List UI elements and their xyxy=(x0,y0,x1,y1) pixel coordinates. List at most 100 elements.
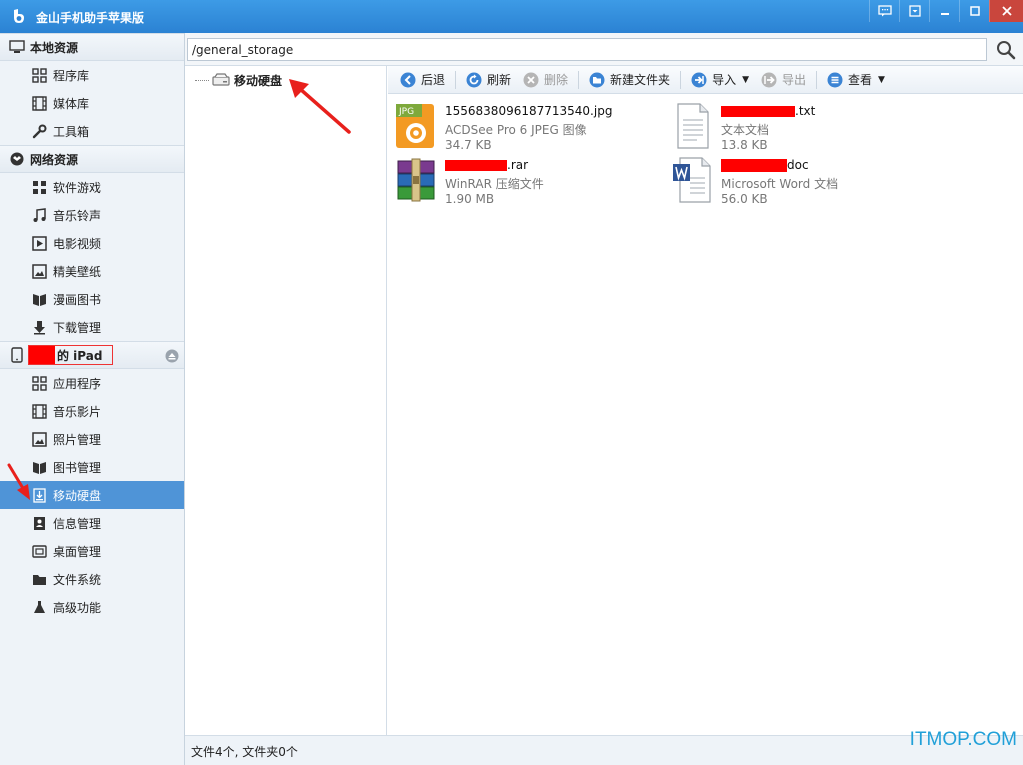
sidebar-item-applications[interactable]: 应用程序 xyxy=(0,369,184,397)
rar-file-icon xyxy=(397,158,435,202)
tablet-icon xyxy=(8,347,26,363)
desktop-icon xyxy=(31,543,47,559)
eject-button[interactable] xyxy=(165,349,179,363)
address-bar xyxy=(185,33,1023,66)
file-item[interactable]: doc Microsoft Word 文档 56.0 KB xyxy=(664,152,924,206)
txt-file-icon xyxy=(677,103,709,149)
sidebar-item-label: 媒体库 xyxy=(53,96,90,111)
file-extension: doc xyxy=(787,158,809,172)
sidebar-item-software-games[interactable]: 软件游戏 xyxy=(0,173,184,201)
sidebar-item-label: 音乐铃声 xyxy=(53,208,102,223)
file-name: doc xyxy=(721,158,809,172)
back-label: 后退 xyxy=(421,73,446,87)
sidebar-item-label: 音乐影片 xyxy=(53,404,102,419)
sidebar-item-music-movies[interactable]: 音乐影片 xyxy=(0,397,184,425)
file-item[interactable]: .rar WinRAR 压缩文件 1.90 MB xyxy=(388,152,648,206)
sidebar-item-music-ringtones[interactable]: 音乐铃声 xyxy=(0,201,184,229)
sidebar-item-label: 信息管理 xyxy=(53,516,102,531)
file-extension: .txt xyxy=(795,104,816,118)
section-network-resources[interactable]: 网络资源 xyxy=(0,145,184,173)
jpg-file-icon: JPG xyxy=(396,104,434,148)
drive-icon xyxy=(212,73,230,86)
sidebar-item-label: 精美壁纸 xyxy=(53,264,102,279)
picture-icon xyxy=(31,431,47,447)
file-toolbar: 后退 刷新 删除 新建文件夹 导入 ▼ 导出 查看 ▼ xyxy=(388,66,1023,94)
sidebar-item-messages[interactable]: 信息管理 xyxy=(0,509,184,537)
sidebar-item-label: 电影视频 xyxy=(53,236,102,251)
sidebar-item-label: 漫画图书 xyxy=(53,292,102,307)
file-size: 1.90 MB xyxy=(445,192,495,206)
delete-label: 删除 xyxy=(544,73,569,87)
sidebar-item-label: 文件系统 xyxy=(53,572,102,587)
toolbar-separator xyxy=(578,70,580,89)
maximize-icon xyxy=(969,6,980,16)
delete-button[interactable]: 删除 xyxy=(517,69,574,91)
minimize-icon xyxy=(940,13,949,15)
refresh-label: 刷新 xyxy=(487,73,512,87)
new-folder-button[interactable]: 新建文件夹 xyxy=(583,69,676,91)
close-icon xyxy=(1001,6,1012,16)
sidebar-item-books[interactable]: 图书管理 xyxy=(0,453,184,481)
title-bar: 金山手机助手苹果版 xyxy=(0,0,1023,33)
sidebar-item-label: 照片管理 xyxy=(53,432,102,447)
minimize-button[interactable] xyxy=(929,0,959,22)
feedback-button[interactable] xyxy=(869,0,899,22)
file-item[interactable]: JPG 1556838096187713540.jpg ACDSee Pro 6… xyxy=(388,98,648,152)
film-icon xyxy=(31,403,47,419)
sidebar-item-label: 高级功能 xyxy=(53,600,102,615)
feedback-icon xyxy=(877,5,892,17)
export-icon xyxy=(761,72,777,87)
path-input[interactable] xyxy=(187,38,987,61)
monitor-icon xyxy=(8,39,26,55)
back-button[interactable]: 后退 xyxy=(394,69,451,91)
sidebar-item-advanced[interactable]: 高级功能 xyxy=(0,593,184,621)
sidebar-item-app-library[interactable]: 程序库 xyxy=(0,61,184,89)
toolbar-separator xyxy=(816,70,818,89)
close-button[interactable] xyxy=(989,0,1023,22)
sidebar-item-comics-books[interactable]: 漫画图书 xyxy=(0,285,184,313)
flask-icon xyxy=(31,599,47,615)
section-local-resources[interactable]: 本地资源 xyxy=(0,33,184,61)
device-title: 的 iPad xyxy=(57,348,103,363)
sidebar-item-download-manager[interactable]: 下载管理 xyxy=(0,313,184,341)
drive-icon xyxy=(31,487,47,503)
section-title: 网络资源 xyxy=(30,152,79,167)
app-title: 金山手机助手苹果版 xyxy=(36,11,145,25)
file-extension: .rar xyxy=(507,158,529,172)
redacted-file-name xyxy=(721,105,795,117)
folder-tree: 移动硬盘 xyxy=(185,66,387,735)
chevron-down-icon[interactable]: ▼ xyxy=(878,75,885,85)
export-button[interactable]: 导出 xyxy=(755,69,812,91)
export-label: 导出 xyxy=(782,73,807,87)
grid-icon xyxy=(31,375,47,391)
import-button[interactable]: 导入 ▼ xyxy=(685,69,755,91)
file-list: JPG 1556838096187713540.jpg ACDSee Pro 6… xyxy=(388,94,1023,735)
maximize-button[interactable] xyxy=(959,0,989,22)
view-button[interactable]: 查看 ▼ xyxy=(821,69,891,91)
tree-item-label: 移动硬盘 xyxy=(234,73,283,88)
refresh-button[interactable]: 刷新 xyxy=(460,69,517,91)
download-icon xyxy=(31,319,47,335)
sidebar-item-wallpapers[interactable]: 精美壁纸 xyxy=(0,257,184,285)
sidebar-item-mobile-drive[interactable]: 移动硬盘 xyxy=(0,481,184,509)
file-type: 文本文档 xyxy=(721,123,770,137)
network-icon xyxy=(8,151,26,167)
menu-button[interactable] xyxy=(899,0,929,22)
sidebar-item-movies-videos[interactable]: 电影视频 xyxy=(0,229,184,257)
tree-item-mobile-drive[interactable]: 移动硬盘 xyxy=(195,70,282,90)
grid-icon xyxy=(31,179,47,195)
sidebar-item-photos[interactable]: 照片管理 xyxy=(0,425,184,453)
sidebar-item-desktop[interactable]: 桌面管理 xyxy=(0,537,184,565)
back-arrow-icon xyxy=(400,72,416,87)
section-device[interactable]: 的 iPad xyxy=(0,341,184,369)
file-item[interactable]: .txt 文本文档 13.8 KB xyxy=(664,98,924,152)
sidebar-item-label: 桌面管理 xyxy=(53,544,102,559)
search-icon[interactable] xyxy=(995,39,1017,61)
file-size: 56.0 KB xyxy=(721,192,768,206)
sidebar-item-toolbox[interactable]: 工具箱 xyxy=(0,117,184,145)
sidebar-item-file-system[interactable]: 文件系统 xyxy=(0,565,184,593)
sidebar-item-label: 应用程序 xyxy=(53,376,102,391)
sidebar: 本地资源 程序库 媒体库 工具箱 网络资源 软件游戏 音乐铃声 电影视频 精美壁… xyxy=(0,33,185,765)
sidebar-item-media-library[interactable]: 媒体库 xyxy=(0,89,184,117)
chevron-down-icon[interactable]: ▼ xyxy=(742,75,749,85)
